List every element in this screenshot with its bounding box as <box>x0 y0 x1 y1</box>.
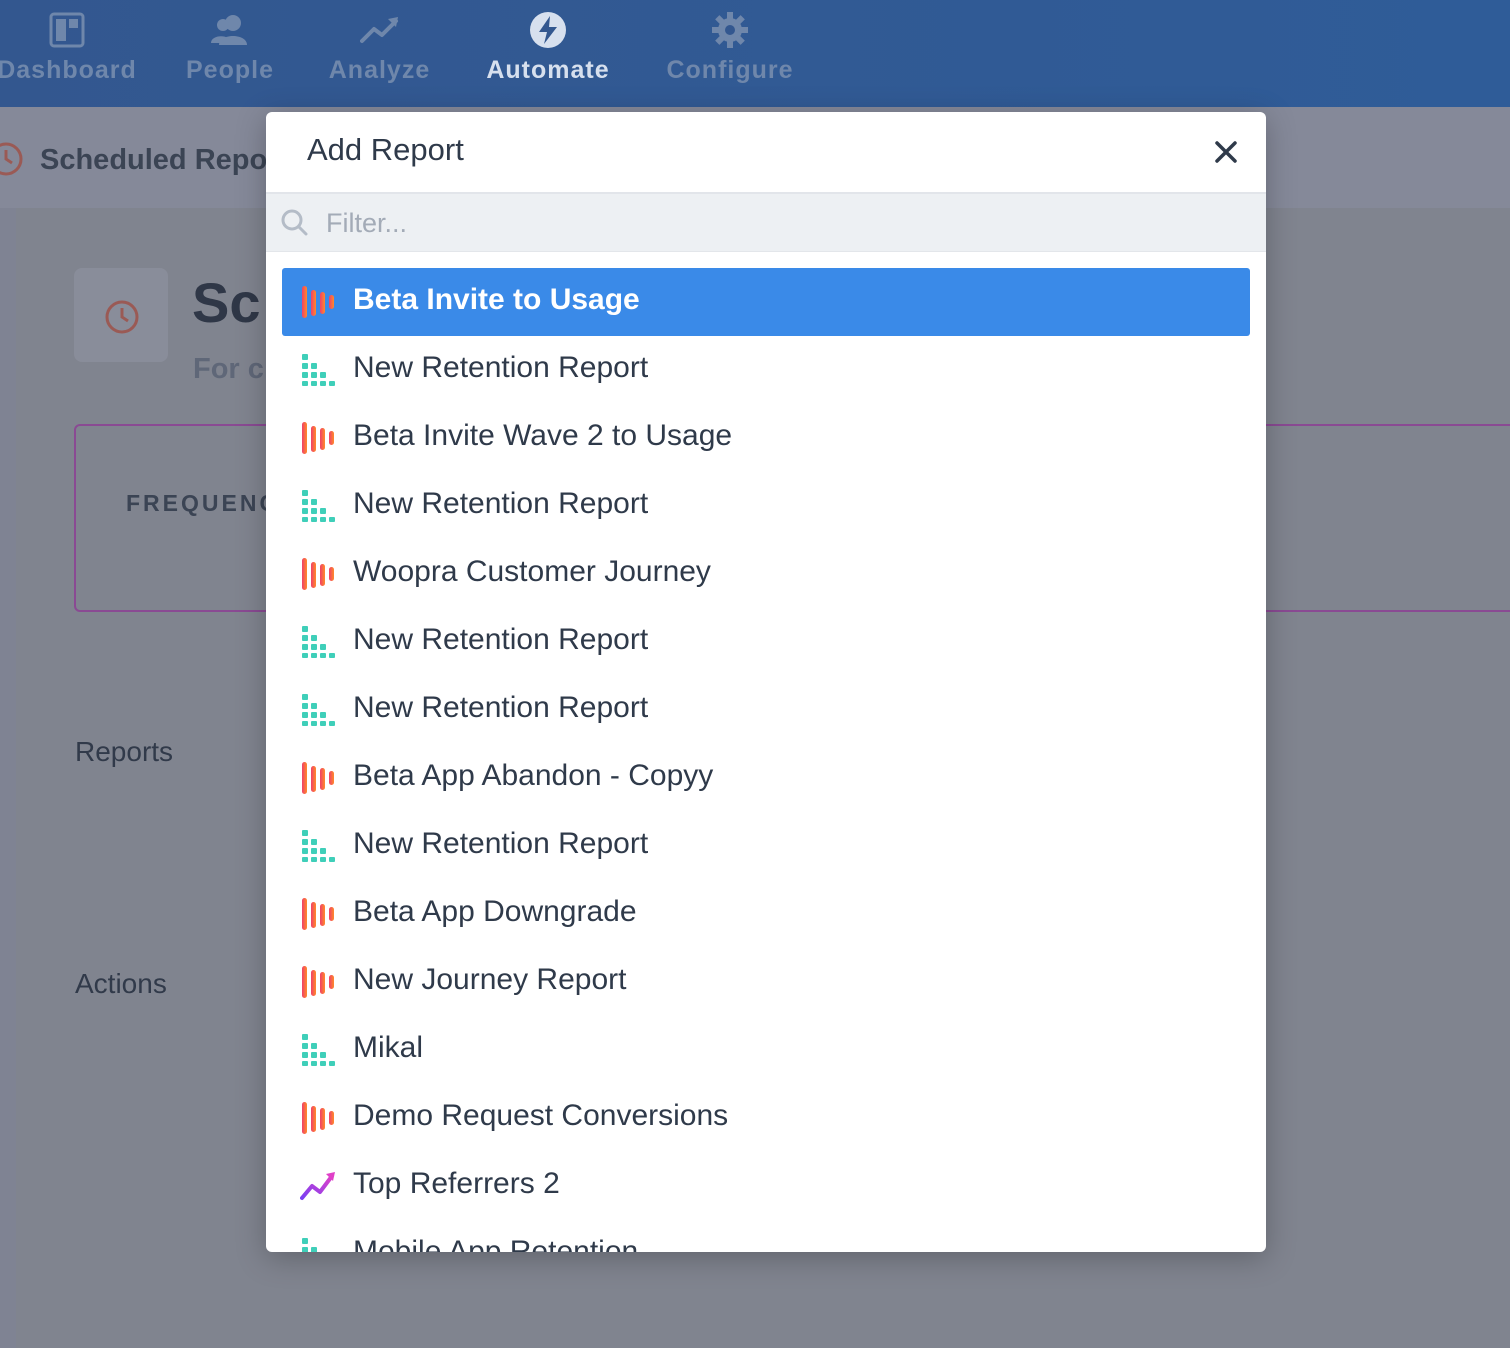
report-list-item[interactable]: New Journey Report <box>282 948 1250 1016</box>
report-list-item[interactable]: New Retention Report <box>282 812 1250 880</box>
journey-report-icon <box>300 1102 336 1134</box>
page-header-title: Scheduled Repo <box>40 144 268 176</box>
nav-item-configure[interactable]: Configure <box>660 0 800 107</box>
nav-label: People <box>186 56 274 84</box>
modal-header: Add Report <box>266 112 1266 194</box>
retention-report-icon <box>300 1238 336 1252</box>
nav-label: Dashboard <box>0 56 137 84</box>
journey-report-icon <box>300 898 336 930</box>
report-label: Beta Invite to Usage <box>353 283 640 316</box>
report-label: Mikal <box>353 1031 424 1064</box>
nav-label: Analyze <box>328 56 431 84</box>
report-list-item[interactable]: Beta App Downgrade <box>282 880 1250 948</box>
close-button[interactable] <box>1210 136 1242 168</box>
nav-item-dashboard[interactable]: Dashboard <box>0 0 142 107</box>
retention-report-icon <box>300 694 336 726</box>
nav-item-people[interactable]: People <box>180 0 280 107</box>
retention-report-icon <box>300 626 336 658</box>
report-label: New Journey Report <box>353 963 627 996</box>
report-list-item[interactable]: New Retention Report <box>282 336 1250 404</box>
modal-title: Add Report <box>307 132 464 167</box>
top-nav: Dashboard People Analyze Automate Config… <box>0 0 1510 107</box>
report-list-item[interactable]: Mobile App Retention <box>282 1220 1250 1252</box>
report-label: Beta App Downgrade <box>353 895 637 928</box>
page-title: Sc <box>192 271 261 334</box>
page-subtitle: For c <box>193 353 264 385</box>
report-label: New Retention Report <box>353 691 649 724</box>
report-list-item[interactable]: Beta Invite Wave 2 to Usage <box>282 404 1250 472</box>
journey-report-icon <box>300 966 336 998</box>
trend-report-icon <box>300 1170 336 1202</box>
report-label: Woopra Customer Journey <box>353 555 711 588</box>
nav-label: Automate <box>486 56 610 84</box>
report-label: Top Referrers 2 <box>353 1167 560 1200</box>
report-list-item[interactable]: New Retention Report <box>282 472 1250 540</box>
analyze-icon <box>359 12 400 48</box>
schedule-icon-box <box>74 268 168 362</box>
report-label: Beta Invite Wave 2 to Usage <box>353 419 733 452</box>
report-list-item[interactable]: Mikal <box>282 1016 1250 1084</box>
report-list: Beta Invite to Usage New Retention Report… <box>282 268 1250 1252</box>
filter-input[interactable] <box>324 202 1228 244</box>
journey-report-icon <box>300 762 336 794</box>
retention-report-icon <box>300 490 336 522</box>
retention-report-icon <box>300 830 336 862</box>
bolt-icon <box>529 12 567 48</box>
report-list-item[interactable]: Beta App Abandon - Copyy <box>282 744 1250 812</box>
add-report-modal: Add Report Beta Invite to Usage New Reten… <box>266 112 1266 1252</box>
report-list-item[interactable]: New Retention Report <box>282 676 1250 744</box>
reports-section-label: Reports <box>75 736 174 767</box>
journey-report-icon <box>300 558 336 590</box>
report-list-item[interactable]: Demo Request Conversions <box>282 1084 1250 1152</box>
report-list-item[interactable]: Beta Invite to Usage <box>282 268 1250 336</box>
report-label: Demo Request Conversions <box>353 1099 729 1132</box>
close-icon <box>1215 141 1237 163</box>
search-icon <box>280 208 308 241</box>
report-label: New Retention Report <box>353 487 649 520</box>
report-label: New Retention Report <box>353 827 649 860</box>
nav-item-automate[interactable]: Automate <box>478 0 618 107</box>
report-list-item[interactable]: Top Referrers 2 <box>282 1152 1250 1220</box>
report-label: Beta App Abandon - Copyy <box>353 759 714 792</box>
report-label: New Retention Report <box>353 623 649 656</box>
retention-report-icon <box>300 1034 336 1066</box>
clock-icon <box>0 141 24 182</box>
people-icon <box>211 12 249 48</box>
report-label: Mobile App Retention <box>353 1235 639 1252</box>
actions-section-label: Actions <box>75 968 167 999</box>
journey-report-icon <box>300 422 336 454</box>
report-label: New Retention Report <box>353 351 649 384</box>
filter-bar <box>266 194 1266 252</box>
clock-icon <box>104 299 140 340</box>
nav-label: Configure <box>666 56 794 84</box>
gear-icon <box>711 12 749 48</box>
report-list-item[interactable]: New Retention Report <box>282 608 1250 676</box>
frequency-label: FREQUENC <box>126 490 280 516</box>
journey-report-icon <box>300 286 336 318</box>
nav-item-analyze[interactable]: Analyze <box>322 0 437 107</box>
report-list-item[interactable]: Woopra Customer Journey <box>282 540 1250 608</box>
dashboard-icon <box>49 12 85 48</box>
retention-report-icon <box>300 354 336 386</box>
